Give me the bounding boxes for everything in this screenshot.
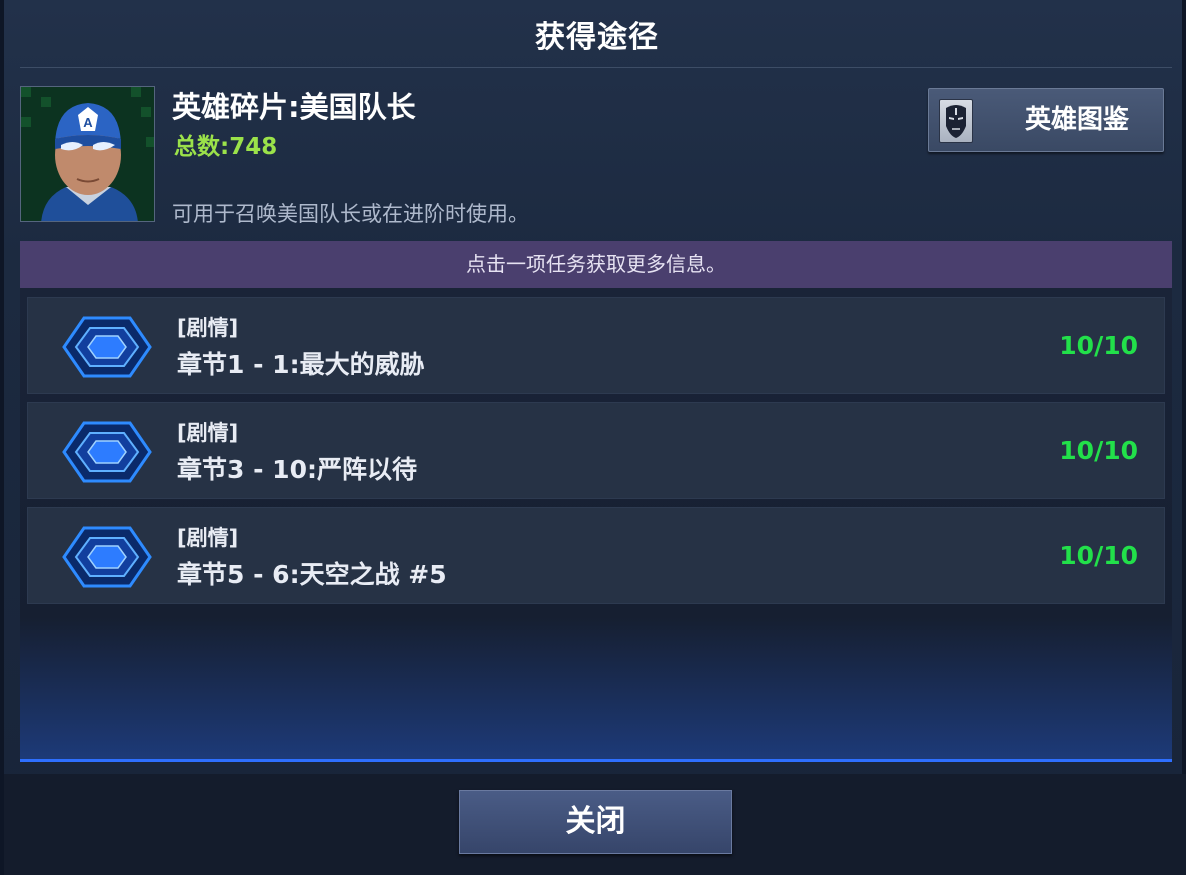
mission-list: [剧情] 章节1 - 1:最大的威胁 10/10 [剧情] 章节3 - 10:严… — [20, 288, 1172, 762]
hero-gallery-label: 英雄图鉴 — [1024, 105, 1129, 135]
hero-portrait: A — [20, 86, 155, 222]
title-divider — [20, 67, 1172, 68]
mission-progress: 10/10 — [1059, 436, 1138, 465]
dialog-title: 获得途径 — [535, 20, 659, 55]
iron-man-mask-icon — [939, 99, 973, 143]
mission-name: 章节3 - 10:严阵以待 — [177, 455, 417, 484]
svg-text:A: A — [83, 115, 93, 130]
close-button[interactable]: 关闭 — [459, 790, 732, 854]
hexagon-mission-icon — [62, 526, 152, 588]
info-hint-bar: 点击一项任务获取更多信息。 — [20, 241, 1172, 288]
mission-category: [剧情] — [177, 526, 239, 550]
hero-shard-name: 英雄碎片:美国队长 — [172, 90, 416, 124]
obtain-source-dialog: 获得途径 A 英雄碎片:美国队长 总数:748 可用于召唤美国队长或在进阶时使用… — [0, 0, 1186, 875]
mission-progress: 10/10 — [1059, 541, 1138, 570]
hero-shard-total: 总数:748 — [174, 134, 278, 160]
hexagon-mission-icon — [62, 421, 152, 483]
mission-name: 章节1 - 1:最大的威胁 — [177, 350, 425, 379]
hexagon-mission-icon — [62, 316, 152, 378]
mission-row[interactable]: [剧情] 章节1 - 1:最大的威胁 10/10 — [27, 297, 1165, 394]
mission-name: 章节5 - 6:天空之战 #5 — [177, 560, 447, 589]
mission-row[interactable]: [剧情] 章节3 - 10:严阵以待 10/10 — [27, 402, 1165, 499]
hero-shard-description: 可用于召唤美国队长或在进阶时使用。 — [172, 202, 529, 226]
hero-gallery-button[interactable]: 英雄图鉴 — [928, 88, 1164, 152]
mission-row[interactable]: [剧情] 章节5 - 6:天空之战 #5 10/10 — [27, 507, 1165, 604]
mission-category: [剧情] — [177, 316, 239, 340]
captain-america-portrait-icon: A — [21, 87, 154, 221]
mission-progress: 10/10 — [1059, 331, 1138, 360]
mission-category: [剧情] — [177, 421, 239, 445]
